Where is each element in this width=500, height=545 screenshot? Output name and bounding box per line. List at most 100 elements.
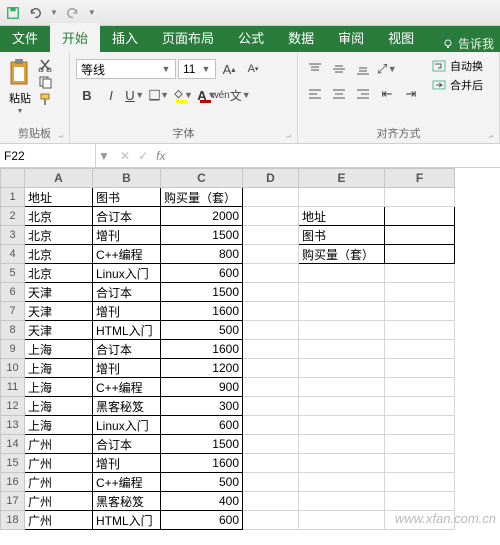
fill-color-button[interactable]: ▼	[172, 84, 194, 106]
row-header-6[interactable]: 6	[1, 283, 25, 302]
cell-B15[interactable]: 增刊	[93, 454, 161, 473]
cell-D14[interactable]	[243, 435, 299, 454]
fx-icon[interactable]: fx	[156, 149, 165, 163]
row-header-10[interactable]: 10	[1, 359, 25, 378]
cell-E14[interactable]	[299, 435, 385, 454]
align-bottom-icon[interactable]	[352, 58, 374, 80]
row-header-13[interactable]: 13	[1, 416, 25, 435]
cell-F12[interactable]	[385, 397, 455, 416]
cell-B8[interactable]: HTML入门	[93, 321, 161, 340]
cell-A6[interactable]: 天津	[25, 283, 93, 302]
cell-B17[interactable]: 黑客秘笈	[93, 492, 161, 511]
cell-D15[interactable]	[243, 454, 299, 473]
align-center-icon[interactable]	[328, 83, 350, 105]
row-header-14[interactable]: 14	[1, 435, 25, 454]
cell-A14[interactable]: 广州	[25, 435, 93, 454]
increase-font-icon[interactable]: A▴	[218, 58, 240, 80]
align-right-icon[interactable]	[352, 83, 374, 105]
cell-C2[interactable]: 2000	[161, 207, 243, 226]
cell-C12[interactable]: 300	[161, 397, 243, 416]
bold-button[interactable]: B	[76, 84, 98, 106]
cell-F11[interactable]	[385, 378, 455, 397]
cell-B10[interactable]: 增刊	[93, 359, 161, 378]
border-button[interactable]: ▼	[148, 84, 170, 106]
spreadsheet-grid[interactable]: ABCDEF1地址图书购买量（套）2北京合订本2000地址3北京增刊1500图书…	[0, 168, 500, 530]
col-header-E[interactable]: E	[299, 169, 385, 188]
tab-data[interactable]: 数据	[276, 23, 326, 52]
cell-F3[interactable]	[385, 226, 455, 245]
cell-E11[interactable]	[299, 378, 385, 397]
tell-me[interactable]: 告诉我	[436, 35, 500, 52]
cell-A15[interactable]: 广州	[25, 454, 93, 473]
paste-icon[interactable]	[6, 58, 34, 88]
col-header-F[interactable]: F	[385, 169, 455, 188]
align-middle-icon[interactable]	[328, 58, 350, 80]
paste-label[interactable]: 粘贴	[9, 90, 31, 106]
cell-C13[interactable]: 600	[161, 416, 243, 435]
cell-C5[interactable]: 600	[161, 264, 243, 283]
copy-icon[interactable]	[38, 75, 54, 89]
cell-D4[interactable]	[243, 245, 299, 264]
align-top-icon[interactable]	[304, 58, 326, 80]
cell-B6[interactable]: 合订本	[93, 283, 161, 302]
cell-F5[interactable]	[385, 264, 455, 283]
cell-F10[interactable]	[385, 359, 455, 378]
cell-F17[interactable]	[385, 492, 455, 511]
redo-icon[interactable]	[66, 6, 80, 20]
formula-input[interactable]	[173, 144, 500, 167]
tab-formulas[interactable]: 公式	[226, 23, 276, 52]
row-header-9[interactable]: 9	[1, 340, 25, 359]
cell-D13[interactable]	[243, 416, 299, 435]
phonetic-button[interactable]: wén文▼	[220, 84, 242, 106]
col-header-D[interactable]: D	[243, 169, 299, 188]
cell-B13[interactable]: Linux入门	[93, 416, 161, 435]
cell-E13[interactable]	[299, 416, 385, 435]
cell-C6[interactable]: 1500	[161, 283, 243, 302]
cut-icon[interactable]	[38, 58, 54, 72]
cell-E12[interactable]	[299, 397, 385, 416]
cell-C11[interactable]: 900	[161, 378, 243, 397]
cell-E10[interactable]	[299, 359, 385, 378]
decrease-font-icon[interactable]: A▾	[242, 58, 264, 80]
cell-C7[interactable]: 1600	[161, 302, 243, 321]
select-all-corner[interactable]	[1, 169, 25, 188]
row-header-8[interactable]: 8	[1, 321, 25, 340]
cell-A16[interactable]: 广州	[25, 473, 93, 492]
cell-A12[interactable]: 上海	[25, 397, 93, 416]
cell-F16[interactable]	[385, 473, 455, 492]
cell-D1[interactable]	[243, 188, 299, 207]
cell-D3[interactable]	[243, 226, 299, 245]
cell-B14[interactable]: 合订本	[93, 435, 161, 454]
cell-C4[interactable]: 800	[161, 245, 243, 264]
cell-D6[interactable]	[243, 283, 299, 302]
row-header-4[interactable]: 4	[1, 245, 25, 264]
paste-dropdown-icon[interactable]: ▼	[17, 108, 24, 115]
cell-F14[interactable]	[385, 435, 455, 454]
font-size-combo[interactable]: 11▼	[178, 59, 216, 79]
cell-E8[interactable]	[299, 321, 385, 340]
tab-insert[interactable]: 插入	[100, 23, 150, 52]
cell-C9[interactable]: 1600	[161, 340, 243, 359]
row-header-15[interactable]: 15	[1, 454, 25, 473]
row-header-5[interactable]: 5	[1, 264, 25, 283]
cell-E1[interactable]	[299, 188, 385, 207]
cell-D7[interactable]	[243, 302, 299, 321]
row-header-1[interactable]: 1	[1, 188, 25, 207]
cell-D17[interactable]	[243, 492, 299, 511]
row-header-17[interactable]: 17	[1, 492, 25, 511]
cell-B9[interactable]: 合订本	[93, 340, 161, 359]
font-name-combo[interactable]: 等线▼	[76, 59, 176, 79]
cell-A11[interactable]: 上海	[25, 378, 93, 397]
cell-F13[interactable]	[385, 416, 455, 435]
font-color-button[interactable]: A▼	[196, 84, 218, 106]
cell-C10[interactable]: 1200	[161, 359, 243, 378]
row-header-7[interactable]: 7	[1, 302, 25, 321]
cell-C3[interactable]: 1500	[161, 226, 243, 245]
cell-A7[interactable]: 天津	[25, 302, 93, 321]
format-painter-icon[interactable]	[38, 92, 54, 106]
cell-E3[interactable]: 图书	[299, 226, 385, 245]
cell-D9[interactable]	[243, 340, 299, 359]
tab-review[interactable]: 审阅	[326, 23, 376, 52]
orientation-icon[interactable]: ⤢▼	[376, 58, 398, 80]
cell-A10[interactable]: 上海	[25, 359, 93, 378]
